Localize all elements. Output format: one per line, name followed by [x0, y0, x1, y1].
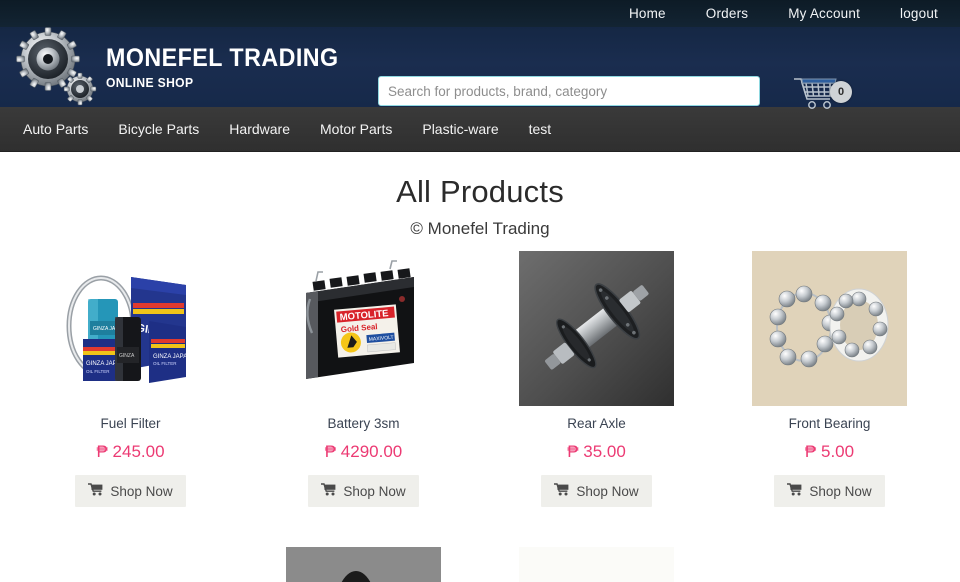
page-title: All Products: [396, 174, 564, 209]
product-card[interactable]: Front Bearing ₱ 5.00 Shop Now: [713, 251, 946, 507]
brand-title: MONEFEL TRADING: [106, 43, 339, 72]
shop-now-label: Shop Now: [110, 483, 173, 499]
product-card[interactable]: Rear Axle ₱ 35.00 Shop Now: [480, 251, 713, 507]
product-card[interactable]: [247, 547, 480, 582]
top-link-logout[interactable]: logout: [900, 6, 938, 21]
cart-count-badge: 0: [830, 81, 852, 103]
top-link-my-account[interactable]: My Account: [788, 6, 860, 21]
product-grid-row-2: [0, 547, 960, 582]
product-name: Front Bearing: [788, 416, 871, 431]
product-image-battery[interactable]: MOTOLITE Gold Seal MAXIVOLT: [286, 251, 441, 406]
cart-icon: [787, 483, 802, 499]
product-price: ₱ 4290.00: [324, 442, 403, 461]
cart-icon: [554, 483, 569, 499]
product-card[interactable]: [14, 547, 247, 582]
product-price: ₱ 245.00: [96, 442, 165, 461]
product-price: ₱ 5.00: [804, 442, 855, 461]
nav-item-bicycle-parts[interactable]: Bicycle Parts: [103, 107, 214, 152]
product-image-placeholder[interactable]: [53, 547, 208, 582]
site-header: MONEFEL TRADING ONLINE SHOP 0: [0, 27, 960, 109]
shop-now-button[interactable]: Shop Now: [75, 475, 186, 507]
svg-text:OIL FILTER: OIL FILTER: [153, 361, 177, 366]
svg-text:GINZA: GINZA: [119, 353, 135, 359]
product-name: Rear Axle: [567, 416, 626, 431]
svg-text:OIL FILTER: OIL FILTER: [86, 369, 110, 374]
brand-logo[interactable]: MONEFEL TRADING ONLINE SHOP: [0, 27, 360, 107]
brand-subtitle: ONLINE SHOP: [106, 74, 194, 90]
top-link-orders[interactable]: Orders: [706, 6, 748, 21]
search-container: [378, 76, 760, 106]
shop-now-label: Shop Now: [809, 483, 872, 499]
nav-item-hardware[interactable]: Hardware: [214, 107, 305, 152]
shop-now-button[interactable]: Shop Now: [308, 475, 419, 507]
gears-icon: [14, 27, 100, 107]
shop-now-label: Shop Now: [576, 483, 639, 499]
shop-now-button[interactable]: Shop Now: [774, 475, 885, 507]
page-subtitle: © Monefel Trading: [410, 219, 550, 238]
product-price: ₱ 35.00: [567, 442, 626, 461]
top-link-home[interactable]: Home: [629, 6, 666, 21]
svg-text:GINZA JAPAN: GINZA JAPAN: [153, 354, 192, 360]
shop-now-button[interactable]: Shop Now: [541, 475, 652, 507]
cart-button[interactable]: 0: [790, 69, 854, 113]
search-input[interactable]: [378, 76, 760, 106]
product-card[interactable]: [713, 547, 946, 582]
product-card[interactable]: [480, 547, 713, 582]
nav-item-auto-parts[interactable]: Auto Parts: [8, 107, 103, 152]
shop-now-label: Shop Now: [343, 483, 406, 499]
nav-item-test[interactable]: test: [514, 107, 567, 152]
nav-item-plastic-ware[interactable]: Plastic-ware: [407, 107, 513, 152]
product-image-gray-tool[interactable]: [286, 547, 441, 582]
shopping-cart-icon: [790, 78, 854, 117]
product-image-front-bearing[interactable]: [752, 251, 907, 406]
product-name: Battery 3sm: [327, 416, 400, 431]
product-grid: GINZA JAPAN GINZA JAPAN OIL FILTER GINZA…: [0, 251, 960, 535]
product-image-black-cable[interactable]: [519, 547, 674, 582]
nav-item-motor-parts[interactable]: Motor Parts: [305, 107, 407, 152]
cart-icon: [321, 483, 336, 499]
top-utility-bar: Home Orders My Account logout: [0, 0, 960, 27]
product-image-small-dark-part[interactable]: [752, 547, 907, 582]
product-name: Fuel Filter: [100, 416, 161, 431]
product-card[interactable]: MOTOLITE Gold Seal MAXIVOLT Battery 3sm …: [247, 251, 480, 507]
product-card[interactable]: GINZA JAPAN GINZA JAPAN OIL FILTER GINZA…: [14, 251, 247, 507]
product-image-fuel-filter[interactable]: GINZA JAPAN GINZA JAPAN OIL FILTER GINZA…: [53, 251, 208, 406]
cart-icon: [88, 483, 103, 499]
product-image-rear-axle[interactable]: [519, 251, 674, 406]
